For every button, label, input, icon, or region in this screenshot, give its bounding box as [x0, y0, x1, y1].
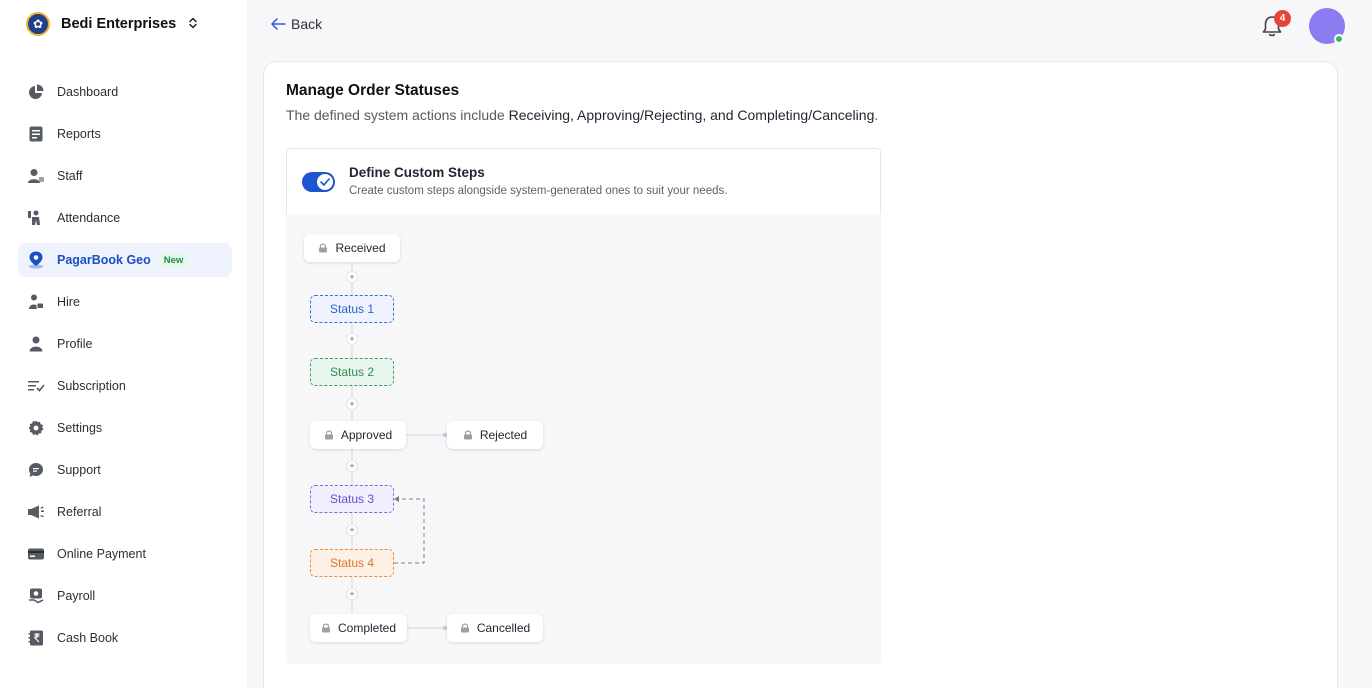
- profile-icon: [27, 335, 45, 353]
- sidebar-item-label: Subscription: [57, 379, 126, 393]
- sidebar-item-staff[interactable]: Staff: [18, 159, 232, 193]
- approved-node: Approved: [310, 421, 406, 449]
- sidebar-item-label: Support: [57, 463, 101, 477]
- sidebar: ✿ Bedi Enterprises Dashboard Reports Sta…: [0, 0, 247, 688]
- megaphone-icon: [27, 503, 45, 521]
- page-subtitle: The defined system actions include Recei…: [286, 107, 878, 123]
- status-2-label: Status 2: [329, 365, 375, 379]
- sidebar-item-label: Reports: [57, 127, 101, 141]
- lock-icon: [463, 430, 472, 440]
- sidebar-item-pagarbook-geo[interactable]: PagarBook Geo New: [18, 243, 232, 277]
- card-icon: [27, 545, 45, 563]
- cancelled-label: Cancelled: [476, 621, 531, 635]
- status-4-label: Status 4: [329, 556, 375, 570]
- status-flow-diagram: Received + Status 1 + Status 2 + Approve…: [286, 214, 881, 664]
- lock-icon: [460, 623, 469, 633]
- lock-icon: [324, 430, 333, 440]
- sidebar-item-label: Online Payment: [57, 547, 146, 561]
- sidebar-item-referral[interactable]: Referral: [18, 495, 232, 529]
- sidebar-item-label: Profile: [57, 337, 93, 351]
- status-3-node[interactable]: Status 3: [310, 485, 394, 513]
- org-name: Bedi Enterprises: [61, 16, 177, 32]
- sidebar-item-cash-book[interactable]: Cash Book: [18, 621, 232, 655]
- notification-count-badge: 4: [1274, 10, 1291, 27]
- org-switcher[interactable]: ✿ Bedi Enterprises: [26, 12, 197, 36]
- rejected-node: Rejected: [447, 421, 543, 449]
- custom-steps-title: Define Custom Steps: [349, 165, 485, 180]
- received-label: Received: [335, 241, 386, 255]
- completed-label: Completed: [337, 621, 397, 635]
- status-2-node[interactable]: Status 2: [310, 358, 394, 386]
- status-1-node[interactable]: Status 1: [310, 295, 394, 323]
- sidebar-item-label: Cash Book: [57, 631, 119, 645]
- sidebar-item-hire[interactable]: Hire: [18, 285, 232, 319]
- rejected-label: Rejected: [479, 428, 528, 442]
- add-step-button[interactable]: +: [346, 333, 358, 345]
- sidebar-item-label: Referral: [57, 505, 102, 519]
- sidebar-item-label: Payroll: [57, 589, 96, 603]
- report-icon: [27, 125, 45, 143]
- page-subtitle-prefix: The defined system actions include: [286, 107, 509, 123]
- subscription-icon: [27, 377, 45, 395]
- online-status-dot: [1334, 34, 1344, 44]
- page-title: Manage Order Statuses: [286, 82, 460, 99]
- lock-icon: [321, 623, 330, 633]
- sidebar-item-label: Attendance: [57, 211, 121, 225]
- sidebar-item-online-payment[interactable]: Online Payment: [18, 537, 232, 571]
- back-label: Back: [291, 16, 323, 32]
- sidebar-item-attendance[interactable]: Attendance: [18, 201, 232, 235]
- payroll-icon: [27, 587, 45, 605]
- approved-label: Approved: [340, 428, 393, 442]
- chat-icon: [27, 461, 45, 479]
- sidebar-item-settings[interactable]: Settings: [18, 411, 232, 445]
- attendance-icon: [27, 209, 45, 227]
- arrow-left-icon: [271, 18, 286, 30]
- add-step-button[interactable]: +: [346, 524, 358, 536]
- sidebar-item-label: PagarBook Geo: [57, 253, 151, 267]
- custom-steps-description: Create custom steps alongside system-gen…: [349, 185, 728, 197]
- add-step-button[interactable]: +: [346, 588, 358, 600]
- hire-icon: [27, 293, 45, 311]
- sidebar-item-profile[interactable]: Profile: [18, 327, 232, 361]
- sidebar-item-label: Settings: [57, 421, 103, 435]
- custom-steps-panel: Define Custom Steps Create custom steps …: [286, 148, 881, 664]
- new-badge: New: [158, 252, 189, 268]
- staff-icon: [27, 167, 45, 185]
- location-pin-icon: [27, 251, 45, 269]
- status-3-label: Status 3: [329, 492, 375, 506]
- sidebar-item-reports[interactable]: Reports: [18, 117, 232, 151]
- status-4-node[interactable]: Status 4: [310, 549, 394, 577]
- page-subtitle-suffix: .: [874, 107, 879, 123]
- pie-chart-icon: [27, 83, 45, 101]
- status-1-label: Status 1: [329, 302, 375, 316]
- sidebar-item-label: Hire: [57, 295, 80, 309]
- gear-icon: [27, 419, 45, 437]
- page-subtitle-actions: Receiving, Approving/Rejecting, and Comp…: [508, 107, 875, 123]
- sidebar-item-subscription[interactable]: Subscription: [18, 369, 232, 403]
- add-step-button[interactable]: +: [346, 398, 358, 410]
- cash-book-icon: [27, 629, 45, 647]
- received-node: Received: [304, 234, 400, 262]
- sidebar-item-payroll[interactable]: Payroll: [18, 579, 232, 613]
- add-step-button[interactable]: +: [346, 460, 358, 472]
- lock-icon: [319, 243, 328, 253]
- sidebar-item-dashboard[interactable]: Dashboard: [18, 75, 232, 109]
- cancelled-node: Cancelled: [447, 614, 543, 642]
- back-button[interactable]: Back: [271, 16, 322, 32]
- org-logo-icon: ✿: [26, 12, 50, 36]
- main-card: Manage Order Statuses The defined system…: [263, 61, 1338, 688]
- custom-steps-toggle[interactable]: [302, 172, 335, 192]
- chevron-updown-icon: [189, 17, 197, 32]
- completed-node: Completed: [310, 614, 407, 642]
- sidebar-nav: Dashboard Reports Staff Attendance Pagar…: [18, 75, 232, 663]
- sidebar-item-label: Dashboard: [57, 85, 119, 99]
- custom-steps-header: Define Custom Steps Create custom steps …: [286, 148, 881, 215]
- sidebar-item-support[interactable]: Support: [18, 453, 232, 487]
- add-step-button[interactable]: +: [346, 271, 358, 283]
- sidebar-item-label: Staff: [57, 169, 83, 183]
- check-icon: [317, 174, 333, 190]
